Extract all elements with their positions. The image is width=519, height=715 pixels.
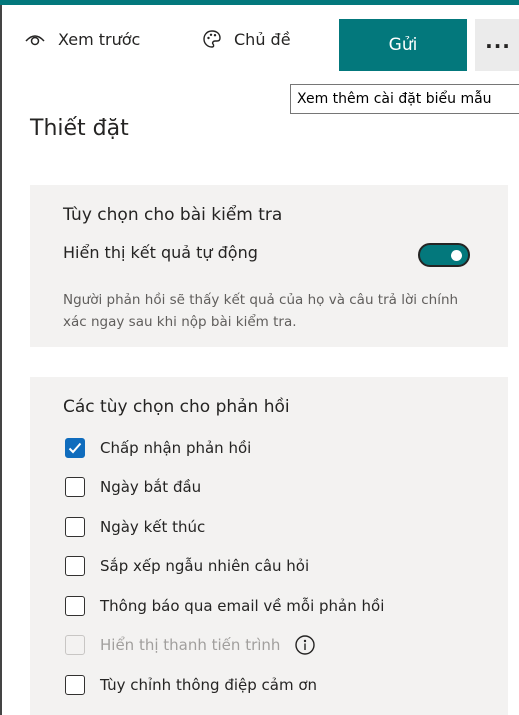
- option-accept-responses[interactable]: Chấp nhận phản hồi: [65, 437, 251, 459]
- option-label: Thông báo qua email về mỗi phản hồi: [100, 597, 385, 615]
- option-email-notification[interactable]: Thông báo qua email về mỗi phản hồi: [65, 595, 384, 617]
- option-label: Hiển thị thanh tiến trình: [100, 636, 281, 654]
- checkbox-icon[interactable]: [65, 596, 85, 616]
- auto-results-toggle[interactable]: [418, 243, 470, 267]
- theme-label: Chủ đề: [234, 29, 291, 49]
- option-label: Ngày kết thúc: [100, 518, 206, 536]
- checkbox-checked-icon[interactable]: [65, 438, 85, 458]
- checkbox-disabled-icon: [65, 635, 85, 655]
- palette-icon: [202, 29, 222, 49]
- theme-button[interactable]: Chủ đề: [202, 5, 291, 73]
- more-settings-tooltip: Xem thêm cài đặt biểu mẫu: [290, 84, 519, 114]
- response-options-title: Các tùy chọn cho phản hồi: [63, 397, 290, 417]
- option-label: Tùy chỉnh thông điệp cảm ơn: [100, 676, 318, 694]
- option-label: Chấp nhận phản hồi: [100, 439, 252, 457]
- checkbox-icon[interactable]: [65, 675, 85, 695]
- response-options-card: Các tùy chọn cho phản hồi Chấp nhận phản…: [30, 377, 508, 715]
- option-start-date[interactable]: Ngày bắt đầu: [65, 476, 201, 498]
- auto-results-description: Người phản hồi sẽ thấy kết quả của họ và…: [63, 292, 459, 330]
- toggle-knob: [451, 250, 462, 261]
- quiz-options-title: Tùy chọn cho bài kiểm tra: [63, 205, 283, 225]
- info-icon[interactable]: [294, 634, 316, 656]
- more-dots-icon: ...: [485, 29, 511, 53]
- panel-left-border: [0, 5, 2, 715]
- checkbox-icon[interactable]: [65, 517, 85, 537]
- more-options-button[interactable]: ...: [475, 19, 519, 71]
- eye-icon: [24, 31, 46, 47]
- toolbar: Xem trước Chủ đề Gửi ...: [2, 5, 519, 73]
- preview-label: Xem trước: [58, 29, 141, 49]
- auto-results-label: Hiển thị kết quả tự động: [63, 243, 258, 262]
- preview-button[interactable]: Xem trước: [24, 5, 140, 73]
- checkbox-icon[interactable]: [65, 556, 85, 576]
- quiz-options-card: Tùy chọn cho bài kiểm tra Hiển thị kết q…: [30, 185, 508, 347]
- page-title: Thiết đặt: [30, 116, 129, 141]
- option-shuffle-questions[interactable]: Sắp xếp ngẫu nhiên câu hỏi: [65, 555, 309, 577]
- send-button[interactable]: Gửi: [339, 19, 467, 71]
- option-label: Sắp xếp ngẫu nhiên câu hỏi: [100, 557, 310, 575]
- option-end-date[interactable]: Ngày kết thúc: [65, 516, 205, 538]
- checkbox-icon[interactable]: [65, 477, 85, 497]
- option-custom-thank-you[interactable]: Tùy chỉnh thông điệp cảm ơn: [65, 674, 317, 696]
- option-progress-bar: Hiển thị thanh tiến trình: [65, 634, 316, 656]
- option-label: Ngày bắt đầu: [100, 478, 202, 496]
